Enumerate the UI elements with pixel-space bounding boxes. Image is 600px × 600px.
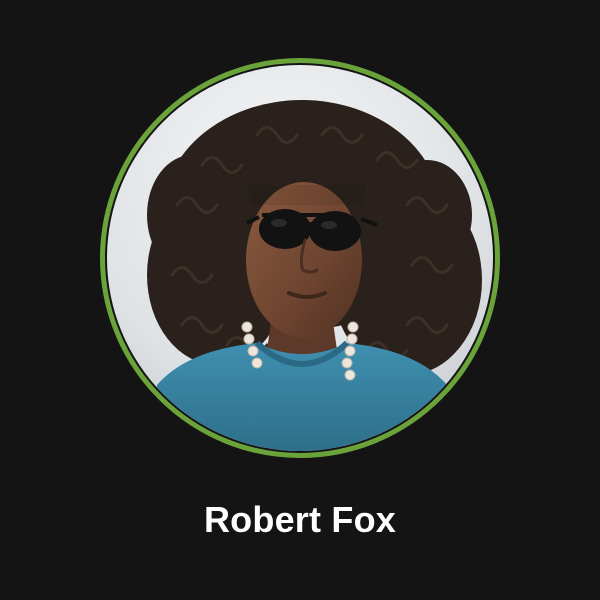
profile-card: Robert Fox — [0, 0, 600, 600]
avatar[interactable] — [107, 65, 493, 451]
profile-name: Robert Fox — [203, 499, 396, 540]
avatar-photo — [107, 65, 493, 451]
